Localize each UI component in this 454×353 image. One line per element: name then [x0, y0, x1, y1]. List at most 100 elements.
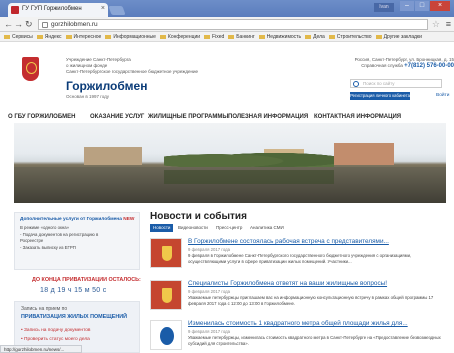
left-sidebar: Дополнительные услуги от Горжилобмена NE…	[14, 212, 148, 353]
folder-icon	[258, 34, 265, 39]
news-item: Изменилась стоимость 1 квадратного метра…	[150, 320, 446, 353]
folder-icon	[328, 34, 335, 39]
news-thumbnail[interactable]	[150, 320, 182, 350]
bookmark-item[interactable]: Fixed	[204, 32, 224, 41]
title-bar: ГУ ГУП Горжилобмен × Ivan – □ ×	[0, 0, 454, 17]
bookmark-item[interactable]: Другие закладки	[375, 32, 422, 41]
folder-icon	[375, 34, 382, 39]
menu-icon[interactable]: ≡	[446, 19, 451, 30]
folder-icon	[4, 34, 10, 39]
bookmark-item[interactable]: Сервисы	[4, 32, 33, 41]
browser-window: ГУ ГУП Горжилобмен × Ivan – □ × ← → ↻ go…	[0, 0, 454, 353]
phone-line: Справочная служба +7(812) 576-00-00	[306, 63, 454, 69]
coat-of-arms-icon	[162, 246, 172, 261]
folder-icon	[36, 34, 43, 39]
tab-title: ГУ ГУП Горжилобмен	[22, 6, 82, 12]
coat-of-arms-logo[interactable]	[22, 57, 39, 81]
search-icon[interactable]	[353, 81, 359, 87]
link-submit-documents[interactable]: • Запись на подачу документов	[21, 328, 90, 333]
org-description: Учреждение Санкт-Петербурга о жилищном ф…	[66, 57, 198, 74]
news-headline[interactable]: Специалисты Горжилобмена ответят на ваши…	[188, 280, 387, 287]
bookmark-item[interactable]: Дела	[305, 32, 325, 41]
site-search-input[interactable]: Поиск по сайту	[350, 79, 442, 88]
countdown-timer: 18 д 19 ч 15 м 50 с	[40, 287, 107, 294]
news-summary: 9 февраля в Горжилобмене Санкт-Петербург…	[188, 253, 412, 264]
news-date: 9 февраля 2017 года	[188, 289, 231, 294]
bookmarks-bar: Сервисы Яндекс Интересное Информационные Кон…	[0, 32, 454, 42]
extra-link-egrp[interactable]: - Заказать выписку из ЕГРП	[20, 245, 76, 251]
extra-services-title[interactable]: Дополнительные услуги от Горжилобмена NE…	[20, 217, 134, 222]
news-item: В Горжилобмене состоялась рабочая встреч…	[150, 238, 446, 274]
tab-media-analytics[interactable]: Аналитика СМИ	[250, 224, 284, 232]
news-thumbnail[interactable]	[150, 280, 182, 310]
folder-icon	[228, 34, 235, 39]
privatization-title[interactable]: ПРИВАТИЗАЦИЯ ЖИЛЫХ ПОМЕЩЕНИЙ	[21, 314, 127, 320]
phone-label: Справочная служба	[361, 63, 403, 68]
nav-contacts[interactable]: КОНТАКТНАЯ ИНФОРМАЦИЯ	[314, 114, 401, 120]
new-badge: NEW	[123, 217, 135, 222]
folder-icon	[105, 34, 112, 39]
news-item: Специалисты Горжилобмена ответят на ваши…	[150, 280, 446, 316]
close-tab-icon[interactable]: ×	[101, 5, 105, 12]
contacts-block: Россия, Санкт-Петербург, ул. Бронницкая,…	[306, 57, 454, 69]
close-window-icon[interactable]: ×	[430, 1, 450, 11]
news-date: 9 февраля 2017 года	[188, 329, 231, 334]
folder-icon	[65, 34, 72, 39]
maximize-icon[interactable]: □	[415, 1, 429, 11]
search-placeholder: Поиск по сайту	[363, 81, 395, 86]
forward-icon[interactable]: →	[14, 19, 23, 30]
folder-icon	[305, 34, 312, 39]
countdown-title: ДО КОНЦА ПРИВАТИЗАЦИИ ОСТАЛОСЬ:	[32, 277, 141, 283]
news-headline[interactable]: В Горжилобмене состоялась рабочая встреч…	[188, 238, 389, 245]
reload-icon[interactable]: ↻	[25, 19, 33, 30]
bookmark-item[interactable]: Конференции	[159, 32, 200, 41]
coat-of-arms-icon	[162, 288, 172, 303]
bookmark-item[interactable]: Яндекс	[36, 32, 62, 41]
news-headline[interactable]: Изменилась стоимость 1 квадратного метра…	[188, 320, 408, 327]
extra-link-one-window[interactable]: В режиме «одного окна»	[20, 225, 69, 231]
url-text: gorzhilobmen.ru	[51, 21, 98, 28]
privatization-prefix: Запись на прием по	[21, 306, 68, 312]
hero-panorama-image	[14, 123, 446, 203]
link-check-status[interactable]: • Проверить статус моего дела	[21, 337, 90, 342]
folder-icon	[159, 34, 166, 39]
browser-toolbar: ← → ↻ gorzhilobmen.ru ☆ ≡	[0, 17, 454, 32]
bookmark-star-icon[interactable]: ☆	[432, 19, 440, 30]
news-section-title: Новости и события	[150, 211, 247, 222]
site-favicon-icon	[11, 6, 19, 14]
extra-link-registration[interactable]: - Подача документов на регистрацию в Рос…	[20, 232, 120, 244]
nav-useful-info[interactable]: ПОЛЕЗНАЯ ИНФОРМАЦИЯ	[228, 114, 308, 120]
site-brand[interactable]: Горжилобмен	[66, 79, 147, 93]
address-bar[interactable]: gorzhilobmen.ru	[38, 19, 428, 30]
bookmark-item[interactable]: Интересное	[65, 32, 101, 41]
register-cabinet-button[interactable]: Регистрация личного кабинета	[350, 92, 410, 100]
window-controls: – □ ×	[400, 1, 450, 11]
extra-services-box: Дополнительные услуги от Горжилобмена NE…	[14, 212, 140, 270]
page-info-icon[interactable]	[42, 22, 48, 28]
status-bar: http://gorzhilobmen.ru/news/...	[0, 345, 82, 353]
nav-housing-programs[interactable]: ЖИЛИЩНЫЕ ПРОГРАММЫ	[148, 114, 228, 120]
tab-press-center[interactable]: Пресс-центр	[216, 224, 242, 232]
news-date: 9 февраля 2017 года	[188, 247, 231, 252]
browser-tab[interactable]: ГУ ГУП Горжилобмен ×	[8, 3, 108, 17]
tab-news[interactable]: Новости	[150, 224, 174, 232]
bookmark-item[interactable]: Банкинг	[228, 32, 255, 41]
bookmark-item[interactable]: Строительство	[328, 32, 372, 41]
bookmark-item[interactable]: Недвижимость	[258, 32, 301, 41]
emblem-icon	[160, 327, 174, 345]
tab-video-news[interactable]: Видеоновости	[178, 224, 208, 232]
login-link[interactable]: Войти	[436, 92, 449, 100]
nav-services[interactable]: ОКАЗАНИЕ УСЛУГ	[90, 114, 144, 120]
news-summary: Уважаемые петербуржцы приглашаем вас на …	[188, 295, 434, 306]
profile-badge[interactable]: Ivan	[374, 3, 394, 12]
founded-note: Основан в 1997 году	[66, 94, 110, 99]
new-tab-button[interactable]	[108, 6, 126, 15]
folder-icon	[204, 34, 211, 39]
phone-number[interactable]: +7(812) 576-00-00	[404, 63, 454, 69]
nav-about[interactable]: О ГБУ ГОРЖИЛОБМЕН	[8, 114, 75, 120]
news-thumbnail[interactable]	[150, 238, 182, 268]
main-navigation: О ГБУ ГОРЖИЛОБМЕН ОКАЗАНИЕ УСЛУГ ЖИЛИЩНЫ…	[0, 110, 454, 124]
minimize-icon[interactable]: –	[400, 1, 414, 11]
bookmark-item[interactable]: Информационные	[105, 32, 156, 41]
back-icon[interactable]: ←	[4, 19, 13, 30]
